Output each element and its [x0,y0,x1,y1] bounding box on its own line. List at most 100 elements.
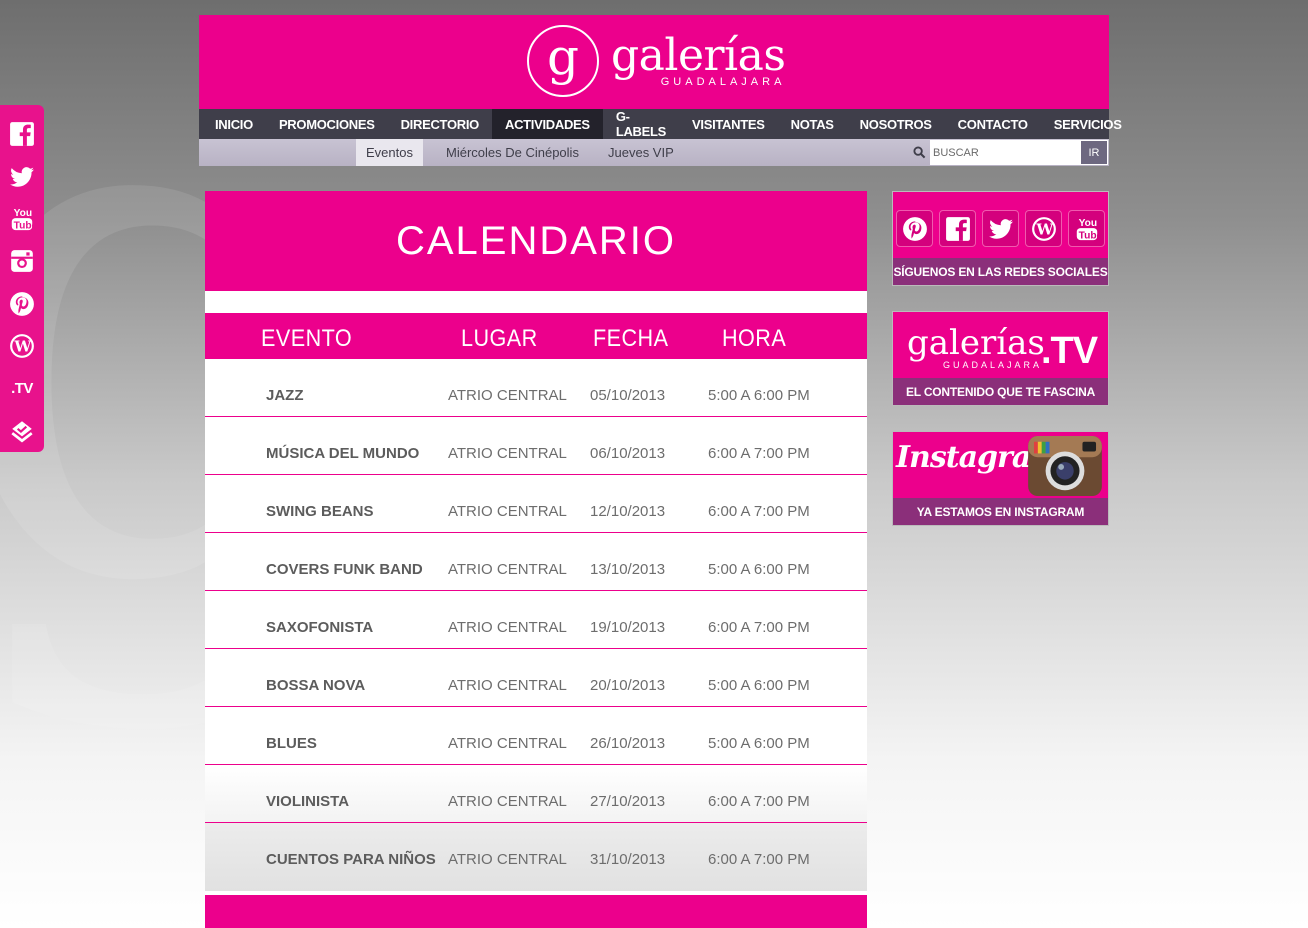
wordpress-icon: W [10,334,34,358]
widget-twitter-button[interactable] [982,210,1019,247]
side-wordpress-button[interactable]: W [0,325,44,367]
side-twitter-button[interactable] [0,155,44,197]
tv-widget-subtitle: GUADALAJARA [943,360,1043,370]
nav-contacto[interactable]: CONTACTO [945,109,1041,139]
cell-evento: SWING BEANS [266,503,374,520]
nav-promociones[interactable]: PROMOCIONES [266,109,388,139]
pinterest-icon [10,291,34,316]
search-submit-button[interactable]: IR [1080,140,1108,165]
sub-nav: Eventos Miércoles De Cinépolis Jueves VI… [199,139,1109,166]
cell-evento: MÚSICA DEL MUNDO [266,445,420,462]
cell-evento: JAZZ [266,387,304,404]
instagram-widget[interactable]: Instagram YA ESTAMOS EN INSTAGRAM [892,431,1109,526]
social-widget-caption: SÍGUENOS EN LAS REDES SOCIALES [893,258,1108,285]
cell-hora: 5:00 A 6:00 PM [708,735,810,752]
side-youtube-button[interactable]: You Tube [0,198,44,240]
subnav-jueves-vip[interactable]: Jueves VIP [598,139,684,166]
cell-lugar: ATRIO CENTRAL [448,851,567,868]
svg-text:You: You [14,208,33,219]
header-evento: EVENTO [261,325,353,352]
cell-hora: 6:00 A 7:00 PM [708,445,810,462]
side-pinterest-button[interactable] [0,283,44,325]
side-facebook-button[interactable] [0,113,44,155]
tv-widget[interactable]: galerías GUADALAJARA .TV EL CONTENIDO QU… [892,311,1109,406]
site-header: g galerías GUADALAJARA [199,15,1109,109]
main-nav: INICIO PROMOCIONES DIRECTORIO ACTIVIDADE… [199,109,1122,139]
table-row: SWING BEANS ATRIO CENTRAL 12/10/2013 6:0… [205,475,867,533]
svg-text:W: W [1035,220,1054,238]
cell-fecha: 27/10/2013 [590,793,666,810]
widget-wordpress-button[interactable]: W [1025,210,1062,247]
cell-lugar: ATRIO CENTRAL [448,503,567,520]
nav-actividades[interactable]: ACTIVIDADES [491,109,603,139]
tv-widget-tv-label: .TV [1041,330,1098,372]
cell-lugar: ATRIO CENTRAL [448,445,567,462]
svg-text:W: W [13,337,32,355]
pinterest-icon [902,216,927,241]
search-icon [908,139,930,166]
side-social-rail: You Tube W .TV [0,105,44,452]
cell-hora: 5:00 A 6:00 PM [708,561,810,578]
table-row: JAZZ ATRIO CENTRAL 05/10/2013 5:00 A 6:0… [205,359,867,417]
cell-fecha: 19/10/2013 [590,619,666,636]
facebook-icon [10,122,34,147]
calendar-title-bar: CALENDARIO [205,191,867,291]
cell-lugar: ATRIO CENTRAL [448,793,567,810]
cell-fecha: 05/10/2013 [590,387,666,404]
subnav-eventos[interactable]: Eventos [356,139,423,166]
twitter-icon [10,166,34,187]
tv-widget-caption: EL CONTENIDO QUE TE FASCINA [893,378,1108,405]
table-row: BOSSA NOVA ATRIO CENTRAL 20/10/2013 5:00… [205,649,867,707]
nav-directorio[interactable]: DIRECTORIO [388,109,492,139]
svg-text:Tube: Tube [1078,230,1099,241]
nav-inicio[interactable]: INICIO [202,109,266,139]
nav-notas[interactable]: NOTAS [778,109,847,139]
logo-wordmark: galerías [611,30,786,81]
nav-g-labels[interactable]: G-LABELS [603,109,679,139]
instagram-camera-icon [1028,435,1102,497]
search-bar: IR [908,139,1109,166]
youtube-icon: YouTube [11,208,35,231]
side-foursquare-button[interactable] [0,410,44,452]
calendar-rows: JAZZ ATRIO CENTRAL 05/10/2013 5:00 A 6:0… [205,359,867,891]
foursquare-icon [11,421,33,443]
cell-hora: 5:00 A 6:00 PM [708,387,810,404]
twitter-icon [988,218,1013,239]
cell-evento: CUENTOS PARA NIÑOS [266,851,436,868]
cell-fecha: 06/10/2013 [590,445,666,462]
subnav-miercoles-cinepolis[interactable]: Miércoles De Cinépolis [436,139,589,166]
svg-text:Tube: Tube [14,220,35,231]
cell-fecha: 26/10/2013 [590,735,666,752]
tv-widget-wordmark: galerías [907,323,1045,363]
side-tv-button[interactable]: .TV [0,367,44,409]
side-instagram-button[interactable] [0,240,44,282]
table-row: BLUES ATRIO CENTRAL 26/10/2013 5:00 A 6:… [205,707,867,765]
widget-pinterest-button[interactable] [896,210,933,247]
cell-fecha: 12/10/2013 [590,503,666,520]
nav-servicios[interactable]: SERVICIOS [1041,109,1135,139]
table-row: VIOLINISTA ATRIO CENTRAL 27/10/2013 6:00… [205,765,867,823]
calendar-title: CALENDARIO [395,218,677,263]
cell-fecha: 20/10/2013 [590,677,666,694]
cell-evento: SAXOFONISTA [266,619,374,636]
side-tv-label: .TV [11,379,33,397]
cell-lugar: ATRIO CENTRAL [448,735,567,752]
widget-youtube-button[interactable]: You Tube [1068,210,1105,247]
calendar-header-row: EVENTO LUGAR FECHA HORA [205,313,867,359]
site-logo[interactable]: g galerías GUADALAJARA [527,25,786,97]
cell-hora: 6:00 A 7:00 PM [708,503,810,520]
cell-fecha: 31/10/2013 [590,851,666,868]
cell-hora: 6:00 A 7:00 PM [708,619,810,636]
nav-nosotros[interactable]: NOSOTROS [847,109,945,139]
nav-visitantes[interactable]: VISITANTES [679,109,778,139]
cell-lugar: ATRIO CENTRAL [448,561,567,578]
social-widget[interactable]: W You Tube SÍGUENOS EN LAS REDES SOCIALES [892,191,1109,286]
cell-hora: 6:00 A 7:00 PM [708,851,810,868]
widget-facebook-button[interactable] [939,210,976,247]
header-hora: HORA [722,325,787,352]
cell-evento: VIOLINISTA [266,793,350,810]
table-row: SAXOFONISTA ATRIO CENTRAL 19/10/2013 6:0… [205,591,867,649]
cell-evento: BLUES [266,735,317,752]
cell-lugar: ATRIO CENTRAL [448,677,567,694]
search-input[interactable] [930,140,1080,165]
